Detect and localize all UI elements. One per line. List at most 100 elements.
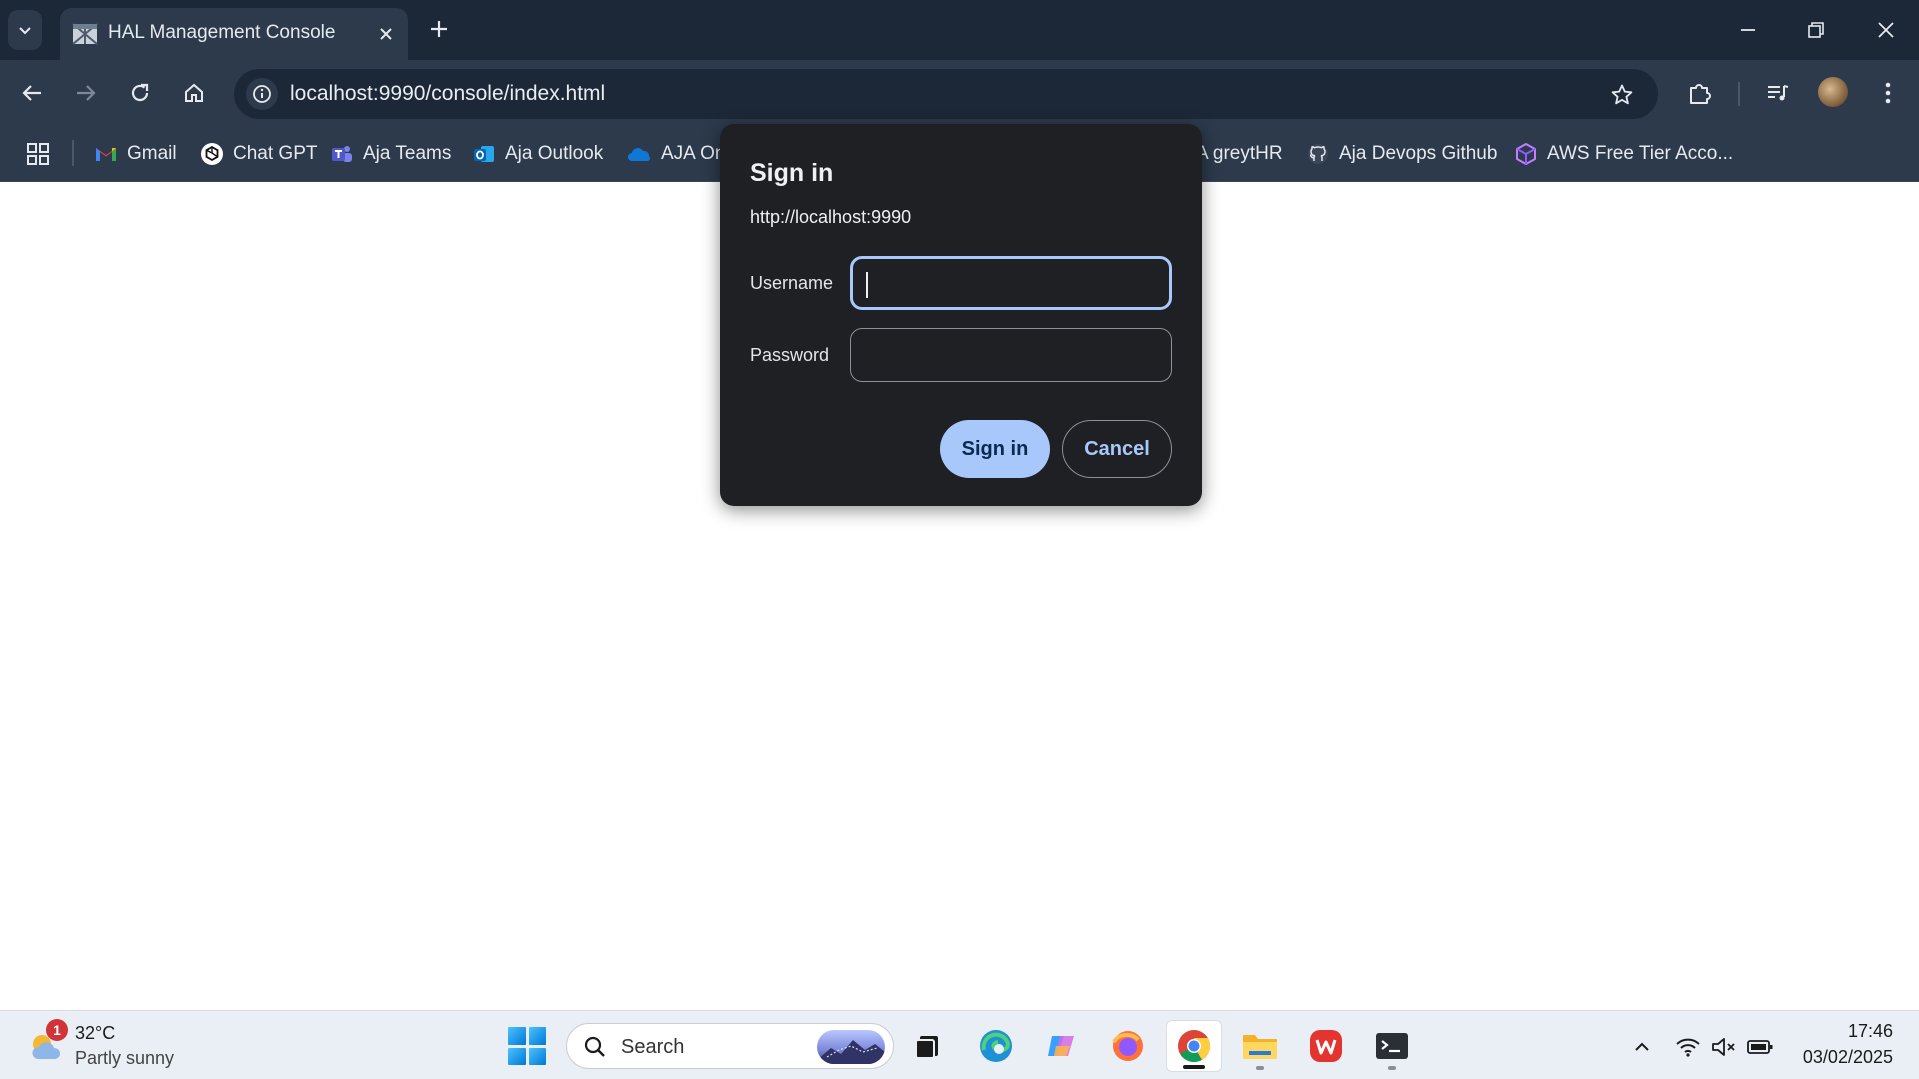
network-button[interactable] (1674, 1033, 1702, 1061)
tab-close-button[interactable] (374, 22, 398, 46)
site-info-button[interactable] (246, 78, 278, 110)
chevron-down-icon (19, 27, 31, 35)
terminal-icon (1376, 1033, 1408, 1059)
volume-button[interactable] (1710, 1033, 1738, 1061)
username-field[interactable] (850, 256, 1172, 310)
taskbar-search[interactable]: Search (566, 1023, 894, 1069)
windows-logo-tile (508, 1027, 526, 1045)
bookmark-aja-devops-github[interactable]: Aja Devops Github (1306, 134, 1497, 174)
outlook-icon (472, 142, 496, 166)
windows-logo-tile (528, 1027, 546, 1045)
browser-menu-button[interactable] (1870, 75, 1906, 111)
close-icon (380, 28, 392, 40)
taskbar-firefox[interactable] (1100, 1020, 1156, 1072)
chevron-up-icon (1635, 1042, 1649, 1051)
active-tab[interactable]: HAL Management Console (60, 8, 408, 60)
puzzle-icon (1690, 84, 1711, 104)
clock-time: 17:46 (1847, 1021, 1893, 1041)
bookmark-label: AWS Free Tier Acco... (1547, 143, 1734, 164)
taskbar: 1 32°C Partly sunny Search 17:46 03/02/2… (0, 1010, 1919, 1079)
address-bar-url: localhost:9990/console/index.html (290, 82, 606, 105)
bookmark-greythr[interactable]: A greytHR (1196, 134, 1283, 174)
reload-button[interactable] (122, 75, 158, 111)
toolbar-divider (1738, 82, 1740, 106)
bookmark-label: Aja Devops Github (1339, 143, 1498, 164)
battery-icon (1747, 1040, 1773, 1054)
bookmark-aws-free-tier[interactable]: AWS Free Tier Acco... (1514, 134, 1733, 174)
minimize-icon (1741, 29, 1755, 31)
taskbar-copilot[interactable] (1034, 1020, 1090, 1072)
taskbar-edge[interactable] (968, 1020, 1024, 1072)
taskbar-task-view[interactable] (900, 1020, 956, 1072)
weather-widget[interactable]: 1 32°C Partly sunny (0, 1011, 200, 1079)
search-icon (584, 1036, 605, 1057)
aws-cube-icon (1514, 142, 1538, 166)
taskbar-wps-office[interactable] (1298, 1020, 1354, 1072)
tab-search-button[interactable] (8, 10, 42, 50)
chatgpt-icon (200, 142, 224, 166)
restore-icon (1808, 22, 1824, 38)
forward-button[interactable] (68, 75, 104, 111)
taskbar-terminal[interactable] (1364, 1020, 1420, 1072)
chrome-icon (1178, 1030, 1211, 1063)
folder-icon (1243, 1035, 1277, 1059)
browser-toolbar: localhost:9990/console/index.html (0, 60, 1919, 126)
bookmark-aja-outlook[interactable]: Aja Outlook (472, 134, 603, 174)
bookmarks-divider (72, 140, 74, 166)
apps-button[interactable] (24, 140, 52, 168)
running-indicator (1183, 1065, 1205, 1069)
weather-temperature: 32°C (75, 1023, 116, 1043)
wps-office-icon (1310, 1030, 1342, 1062)
password-field[interactable] (850, 328, 1172, 382)
taskbar-file-explorer[interactable] (1232, 1020, 1288, 1072)
bookmark-star-button[interactable] (1608, 81, 1636, 109)
running-indicator (1388, 1066, 1396, 1070)
back-button[interactable] (14, 75, 50, 111)
search-placeholder: Search (621, 1036, 685, 1058)
extensions-button[interactable] (1682, 75, 1718, 111)
taskbar-chrome[interactable] (1166, 1020, 1222, 1072)
restore-button[interactable] (1796, 10, 1836, 50)
bookmark-gmail[interactable]: Gmail (94, 134, 177, 174)
address-bar[interactable]: localhost:9990/console/index.html (234, 69, 1658, 119)
github-icon (1306, 142, 1330, 166)
minimize-button[interactable] (1728, 10, 1768, 50)
apps-grid-icon (27, 143, 49, 165)
cancel-button[interactable]: Cancel (1062, 420, 1172, 478)
home-icon (185, 83, 203, 102)
weather-condition: Partly sunny (75, 1048, 175, 1068)
media-controls-button[interactable] (1760, 75, 1796, 111)
username-label: Username (750, 273, 834, 293)
battery-button[interactable] (1746, 1033, 1774, 1061)
start-button[interactable] (508, 1027, 546, 1065)
edge-icon (980, 1030, 1012, 1062)
home-button[interactable] (176, 75, 212, 111)
profile-avatar[interactable] (1818, 77, 1848, 107)
bookmark-chatgpt[interactable]: Chat GPT (200, 134, 317, 174)
bookmark-label: AJA On (661, 143, 726, 164)
bookmark-label: Aja Teams (363, 143, 452, 164)
playlist-music-icon (1768, 85, 1789, 101)
bookmark-aja-onedrive[interactable]: AJA On (628, 134, 725, 174)
weather-badge: 1 (46, 1019, 68, 1041)
bookmark-aja-teams[interactable]: Aja Teams (330, 134, 451, 174)
wifi-icon (1676, 1038, 1700, 1057)
bookmark-label: Aja Outlook (505, 143, 604, 164)
sign-in-button[interactable]: Sign in (940, 420, 1050, 478)
new-tab-button[interactable] (424, 14, 454, 44)
firefox-icon (1112, 1031, 1143, 1061)
copilot-icon (1048, 1036, 1074, 1056)
windows-logo-tile (528, 1047, 546, 1065)
show-hidden-icons-button[interactable] (1628, 1033, 1656, 1061)
onedrive-icon (628, 142, 652, 166)
arrow-left-icon (22, 85, 41, 101)
close-window-button[interactable] (1866, 10, 1906, 50)
bookmark-label: A greytHR (1196, 143, 1283, 164)
bookmark-label: Gmail (127, 143, 177, 164)
teams-icon (330, 142, 354, 166)
close-icon (1878, 22, 1894, 38)
text-caret (866, 272, 868, 298)
dialog-origin: http://localhost:9990 (750, 207, 912, 227)
search-highlight-image (817, 1030, 885, 1064)
windows-logo-tile (508, 1047, 526, 1065)
